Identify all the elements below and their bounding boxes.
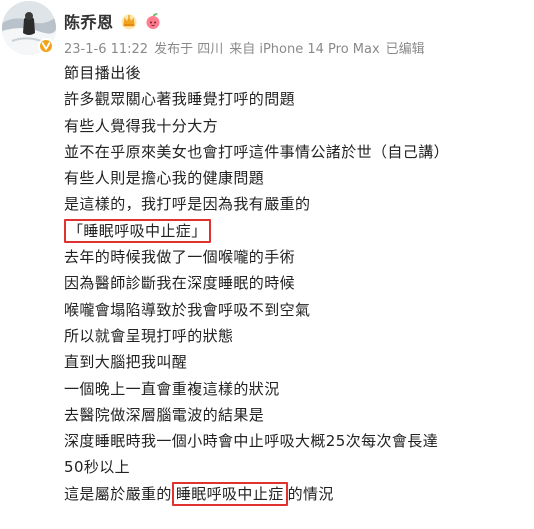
post-line-highlight: 「睡眠呼吸中止症」 [64, 218, 526, 244]
post-header: 陈乔恩 [64, 9, 162, 33]
post-line-last: 這是屬於嚴重的 睡眠呼吸中止症 的情況 [64, 481, 526, 507]
post-line: 有些人則是擔心我的健康問題 [64, 169, 265, 188]
post-line: 深度睡眠時我一個小時會中止呼吸大概25次每次會長達 [64, 432, 439, 451]
post-line: 直到大腦把我叫醒 [64, 353, 188, 372]
post-line: 去年的時候我做了一個喉嚨的手術 [64, 248, 296, 267]
post-line: 因為醫師診斷我在深度睡眠的時候 [64, 274, 296, 293]
peach-badge-icon[interactable] [144, 12, 162, 30]
post-line: 並不在乎原來美女也會打呼這件事情公諸於世（自己講） [64, 142, 450, 161]
post-line: 許多觀眾關心著我睡覺打呼的問題 [64, 90, 296, 109]
post-device: 来自 iPhone 14 Pro Max [229, 42, 380, 57]
username-link[interactable]: 陈乔恩 [64, 9, 114, 33]
post-line: 50秒以上 [64, 458, 131, 477]
crown-badge-icon[interactable] [120, 12, 138, 30]
last-line-prefix: 這是屬於嚴重的 [64, 484, 172, 503]
post-meta: 23-1-6 11:22 发布于 四川 来自 iPhone 14 Pro Max 已编… [64, 38, 425, 57]
post-line: 有些人覺得我十分大方 [64, 116, 219, 135]
post-body: 節目播出後 許多觀眾關心著我睡覺打呼的問題 有些人覺得我十分大方 並不在乎原來美… [64, 60, 526, 507]
post-line: 節目播出後 [64, 64, 142, 82]
highlight-box: 「睡眠呼吸中止症」 [64, 218, 211, 243]
last-line-suffix: 的情況 [287, 484, 334, 503]
edited-label[interactable]: 已编辑 [386, 42, 425, 57]
post-line: 一個晚上一直會重複這樣的狀況 [64, 379, 280, 398]
verified-v-icon [38, 38, 54, 54]
post-location: 发布于 四川 [154, 42, 224, 57]
post-line: 喉嚨會塌陷導致於我會呼吸不到空氣 [64, 300, 311, 319]
post-line: 所以就會呈現打呼的狀態 [64, 326, 234, 345]
highlight-box: 睡眠呼吸中止症 [171, 481, 288, 506]
post-line: 是這樣的，我打呼是因為我有嚴重的 [64, 195, 311, 214]
post-timestamp[interactable]: 23-1-6 11:22 [64, 42, 148, 57]
post-line: 去醫院做深層腦電波的結果是 [64, 405, 265, 424]
